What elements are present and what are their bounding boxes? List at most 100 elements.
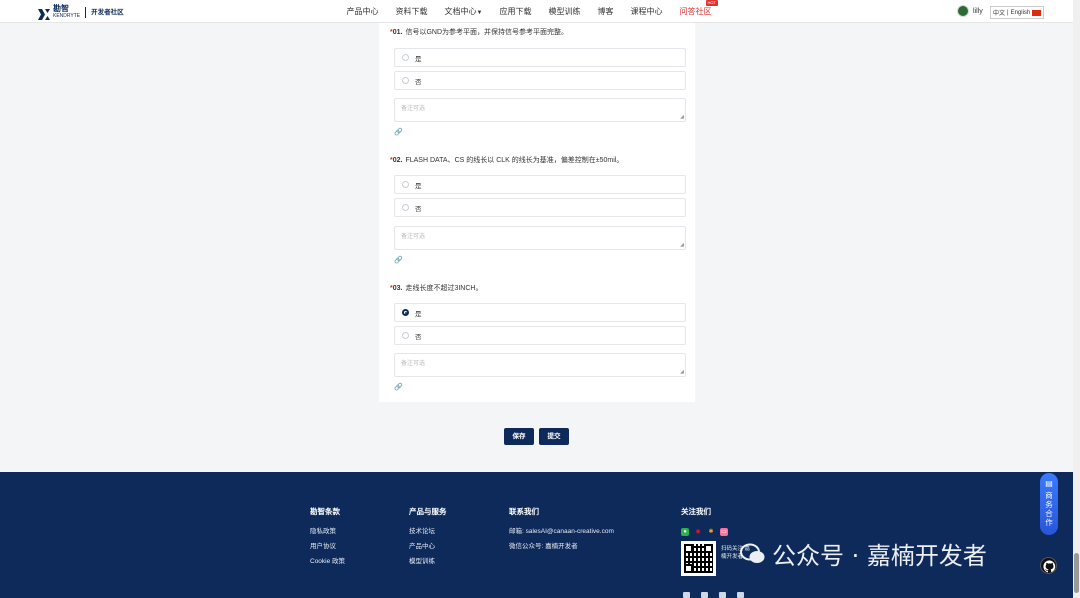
username: lilly <box>973 7 983 15</box>
footer-link-cookie[interactable]: Cookie 政策 <box>310 558 345 566</box>
menu-docs[interactable]: 文档中心▼ <box>436 0 491 23</box>
resize-handle-icon[interactable]: ◢ <box>680 370 684 375</box>
remark-placeholder: 备注可选 <box>401 106 426 112</box>
wechat-watermark: 公众号 · 嘉楠开发者 <box>740 536 987 571</box>
option-no[interactable]: 否 <box>394 71 686 90</box>
menu-courses[interactable]: 课程中心 <box>622 0 671 23</box>
qr-block: 扫码关注 嘉楠开发者 <box>681 541 750 576</box>
x-twitter-icon[interactable] <box>683 592 690 598</box>
footer-link-model-training[interactable]: 模型训练 <box>409 558 447 566</box>
footer-link-forum[interactable]: 技术论坛 <box>409 528 447 536</box>
chevron-down-icon: ▼ <box>476 10 483 16</box>
question-text: 走线长度不超过3INCH。 <box>405 285 483 292</box>
chat-icon: ▤ <box>1045 479 1053 488</box>
radio-button[interactable] <box>402 54 409 61</box>
business-cooperation-float[interactable]: ▤ 商务合作 <box>1040 473 1058 535</box>
lang-en[interactable]: English <box>1011 10 1031 16</box>
footer-link-products[interactable]: 产品中心 <box>409 543 447 551</box>
site-footer: 勘智条款 隐私政策 用户协议 Cookie 政策 产品与服务 技术论坛 产品中心… <box>0 472 1080 598</box>
footer-link-privacy[interactable]: 隐私政策 <box>310 528 345 536</box>
question-title: *01. 信号以GND为参考平面，并保持信号参考平面完整。 <box>390 28 690 38</box>
menu-model-training[interactable]: 模型训练 <box>540 0 589 23</box>
footer-email[interactable]: 邮箱: salesAI@canaan-creative.com <box>509 528 614 536</box>
option-yes[interactable]: 是 <box>394 175 686 194</box>
footer-col-products: 产品与服务 技术论坛 产品中心 模型训练 <box>409 506 447 573</box>
menu-docs-label: 文档中心 <box>444 7 477 16</box>
footer-col-contact: 联系我们 邮箱: salesAI@canaan-creative.com 微信公… <box>509 506 614 558</box>
wechat-qr-code <box>681 541 716 576</box>
footer-col-follow: 关注我们 ● ◉ ✱ ▭ 扫码关注 嘉楠开发者 <box>681 506 750 576</box>
page-scrollbar[interactable] <box>1073 0 1080 598</box>
logo-divider <box>85 6 87 18</box>
float-label: 商务合作 <box>1045 491 1053 527</box>
footer-heading: 产品与服务 <box>409 507 447 516</box>
user-menu[interactable]: lilly <box>957 5 983 17</box>
link-icon[interactable]: 🔗 <box>394 256 403 264</box>
menu-products[interactable]: 产品中心 <box>338 0 387 23</box>
question-number: 02. <box>392 157 403 164</box>
wechat-logo-icon <box>740 543 766 565</box>
radio-button[interactable] <box>402 77 409 84</box>
option-label: 是 <box>415 310 422 318</box>
radio-button[interactable] <box>402 332 409 339</box>
footer-col-terms: 勘智条款 隐私政策 用户协议 Cookie 政策 <box>310 506 345 573</box>
top-navbar: 勘智 KENDRYTE 开发者社区 产品中心 资料下载 文档中心▼ 应用下载 模… <box>0 0 1080 23</box>
remark-placeholder: 备注可选 <box>401 361 426 367</box>
radio-button[interactable] <box>402 204 409 211</box>
resize-handle-icon[interactable]: ◢ <box>680 115 684 120</box>
menu-app-download[interactable]: 应用下载 <box>491 0 540 23</box>
logo-cn: 勘智 <box>53 4 69 13</box>
submit-button[interactable]: 提交 <box>539 428 569 445</box>
wechat-icon[interactable]: ● <box>681 528 689 536</box>
option-yes[interactable]: 是 <box>394 303 686 322</box>
radio-button-checked[interactable] <box>402 309 409 316</box>
link-icon[interactable]: 🔗 <box>394 383 403 391</box>
link-icon[interactable]: 🔗 <box>394 128 403 136</box>
youtube-icon[interactable] <box>737 592 744 598</box>
remark-placeholder: 备注可选 <box>401 234 426 240</box>
question-title: *02. FLASH DATA、CS 的线长以 CLK 的线长为基准，偏差控制在±… <box>390 156 690 166</box>
question-03: *03. 走线长度不超过3INCH。 是 否 备注可选 ◢ 🔗 <box>390 284 690 391</box>
menu-downloads[interactable]: 资料下载 <box>387 0 436 23</box>
site-logo[interactable]: 勘智 KENDRYTE 开发者社区 <box>38 4 124 20</box>
avatar <box>957 5 969 17</box>
github-icon[interactable] <box>1040 557 1057 574</box>
social-icons: ● ◉ ✱ ▭ <box>681 528 728 536</box>
menu-qa-community[interactable]: 问答社区 HOT <box>671 0 720 23</box>
bilibili-icon[interactable]: ▭ <box>720 528 728 536</box>
facebook-icon[interactable] <box>701 592 708 598</box>
footer-link-user-agreement[interactable]: 用户协议 <box>310 543 345 551</box>
menu-blog[interactable]: 博客 <box>589 0 622 23</box>
resize-handle-icon[interactable]: ◢ <box>680 243 684 248</box>
language-switcher[interactable]: 中文 | English <box>990 6 1045 19</box>
logo-community: 开发者社区 <box>91 8 124 16</box>
kendryte-logo-icon <box>38 7 50 20</box>
question-number: 03. <box>392 285 403 292</box>
bilibili-butterfly-icon[interactable]: ✱ <box>707 528 715 536</box>
weibo-icon[interactable]: ◉ <box>694 528 702 536</box>
question-01: *01. 信号以GND为参考平面，并保持信号参考平面完整。 是 否 备注可选 ◢ 🔗 <box>390 28 690 136</box>
scrollbar-thumb[interactable] <box>1074 553 1079 593</box>
footer-heading: 勘智条款 <box>310 507 340 516</box>
remark-textarea[interactable]: 备注可选 ◢ <box>394 353 686 377</box>
remark-textarea[interactable]: 备注可选 ◢ <box>394 226 686 250</box>
question-number: 01. <box>392 29 403 36</box>
hot-badge: HOT <box>705 0 718 6</box>
option-label: 否 <box>415 78 422 86</box>
lang-cn[interactable]: 中文 <box>993 8 1005 17</box>
watermark-text: 公众号 · 嘉楠开发者 <box>772 542 987 570</box>
option-label: 是 <box>415 182 422 190</box>
radio-button[interactable] <box>402 181 409 188</box>
remark-textarea[interactable]: 备注可选 ◢ <box>394 98 686 122</box>
footer-bottom-icons <box>683 592 744 598</box>
linkedin-icon[interactable] <box>719 592 726 598</box>
footer-wechat-account: 微信公众号: 嘉楠开发者 <box>509 543 578 550</box>
option-no[interactable]: 否 <box>394 198 686 217</box>
save-button[interactable]: 保存 <box>504 428 534 445</box>
option-yes[interactable]: 是 <box>394 48 686 67</box>
option-label: 否 <box>415 205 422 213</box>
china-flag-icon <box>1032 9 1042 16</box>
option-label: 否 <box>415 333 422 341</box>
question-text: 信号以GND为参考平面，并保持信号参考平面完整。 <box>405 29 569 36</box>
option-no[interactable]: 否 <box>394 326 686 345</box>
